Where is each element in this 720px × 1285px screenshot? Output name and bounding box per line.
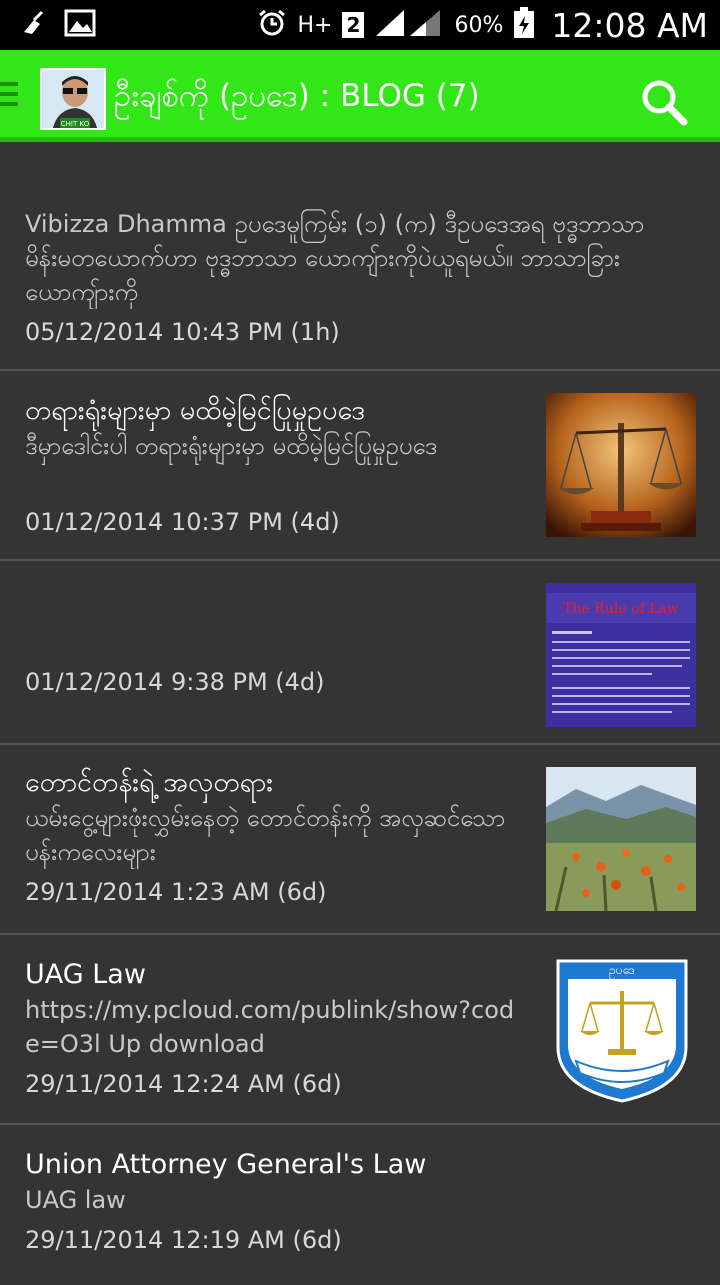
battery-icon [513, 7, 535, 43]
post-title: Union Attorney General's Law [25, 1149, 427, 1180]
mountain-thumbnail[interactable] [546, 767, 696, 911]
list-item[interactable]: UAG Law https://my.pcloud.com/publink/sh… [0, 935, 720, 1125]
post-date: 29/11/2014 12:19 AM (6d) [25, 1226, 342, 1254]
app-bar: CHIT KO ဦးချစ်ကို (ဥပဒေ) : BLOG (7) [0, 50, 720, 142]
post-list: Vibizza Dhamma ဥပဒေမူကြမ်း (၁) (က) ဒီဥပဒ… [0, 147, 720, 1285]
clock: 12:08 AM [551, 5, 708, 45]
list-item[interactable]: တောင်တန်းရဲ့ အလှတရား ယမ်းငွေ့များဖုံးလွှ… [0, 745, 720, 935]
post-date: 05/12/2014 10:43 PM (1h) [25, 318, 340, 346]
app-title: ဦးချစ်ကို (ဥပဒေ) : BLOG (7) [114, 78, 480, 114]
cleaner-icon [20, 10, 46, 40]
post-date: 01/12/2014 10:37 PM (4d) [25, 508, 340, 536]
post-title: တရားရုံးများမှာ မထိမဲ့မြင်ပြုမှုဥပဒေ [25, 395, 366, 426]
post-description: ဒီမှာဒေါင်းပါ တရားရုံးများမှာ မထိမဲ့မြင်… [25, 432, 438, 460]
post-title: တောင်တန်းရဲ့ အလှတရား [25, 767, 274, 798]
battery-percent: 60% [454, 12, 504, 38]
post-description: Vibizza Dhamma ဥပဒေမူကြမ်း (၁) (က) ဒီဥပဒ… [25, 210, 645, 306]
scales-thumbnail[interactable] [546, 393, 696, 537]
list-item[interactable]: တရားရုံးများမှာ မထိမဲ့မြင်ပြုမှုဥပဒေ ဒီမ… [0, 371, 720, 561]
list-item[interactable]: 01/12/2014 9:38 PM (4d) The Rule of Law [0, 561, 720, 745]
slide-heading: The Rule of Law [563, 601, 679, 617]
post-date: 29/11/2014 12:24 AM (6d) [25, 1070, 342, 1098]
status-bar: H+ 2 60% 12:08 AM [0, 0, 720, 50]
post-description: ယမ်းငွေ့များဖုံးလွှမ်းနေတဲ့ တောင်တန်းကို… [25, 804, 506, 866]
post-date: 29/11/2014 1:23 AM (6d) [25, 878, 327, 906]
post-description: UAG law [25, 1186, 126, 1214]
list-item[interactable]: Union Attorney General's Law UAG law 29/… [0, 1125, 720, 1285]
search-icon [642, 80, 688, 126]
rule-of-law-thumbnail[interactable]: The Rule of Law [546, 583, 696, 727]
avatar-caption: CHIT KO [61, 120, 90, 128]
uag-emblem-thumbnail[interactable]: ဥပဒေ [554, 957, 690, 1103]
signal-icon [374, 8, 444, 42]
post-title: UAG Law [25, 959, 146, 990]
sim-slot-badge: 2 [342, 12, 365, 38]
post-description: https://my.pcloud.com/publink/show?code=… [25, 996, 515, 1058]
alarm-icon [257, 8, 287, 42]
network-type: H+ [297, 12, 333, 38]
search-button[interactable] [640, 78, 688, 126]
list-item[interactable]: Vibizza Dhamma ဥပဒေမူကြမ်း (၁) (က) ဒီဥပဒ… [0, 147, 720, 371]
image-icon [64, 9, 96, 41]
menu-icon[interactable] [0, 82, 20, 110]
post-date: 01/12/2014 9:38 PM (4d) [25, 668, 325, 696]
avatar[interactable]: CHIT KO [40, 68, 106, 130]
